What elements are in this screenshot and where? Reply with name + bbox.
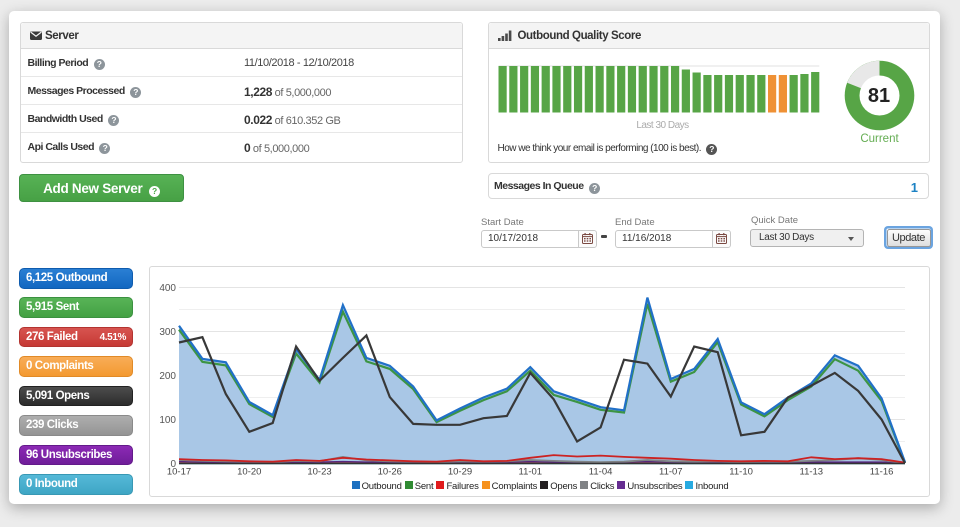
svg-text:200: 200 (159, 371, 176, 382)
svg-text:100: 100 (159, 415, 176, 426)
svg-text:400: 400 (159, 283, 176, 294)
svg-text:300: 300 (159, 327, 176, 338)
